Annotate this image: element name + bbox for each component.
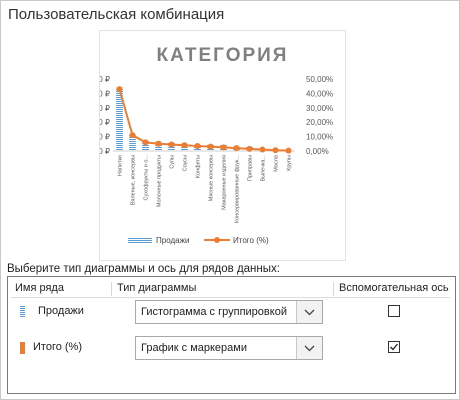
y2-tick-label: 20,00%: [306, 118, 333, 127]
category-label: Соусы: [183, 155, 189, 171]
column-header-series-name: Имя ряда: [15, 282, 64, 294]
dropdown-button-total[interactable]: [296, 337, 322, 359]
checkmark-icon: [390, 343, 399, 351]
category-label: Супы: [170, 155, 176, 169]
chevron-down-icon: [304, 345, 315, 351]
custom-combination-dialog: Пользовательская комбинация 25 000 ₽ 20 0…: [0, 0, 460, 400]
category-label: Приправы: [248, 155, 254, 181]
category-label: Напитки: [118, 155, 124, 176]
series-row-sales: Продажи Гистограмма с группировкой: [8, 299, 453, 325]
category-label: Мясные консервы: [209, 155, 215, 201]
category-label: Вяленые, консервы: [131, 155, 137, 205]
legend-label-sales: Продажи: [156, 236, 190, 245]
chart-type-dropdown-total[interactable]: График с маркерами: [135, 336, 323, 360]
marker-total: [285, 147, 292, 154]
chart-title: КАТЕГОРИЯ: [156, 45, 289, 66]
series-settings-panel: Имя ряда Тип диаграммы Вспомогательная о…: [7, 276, 456, 394]
marker-total: [129, 132, 136, 139]
y-tick-label: 25 000 ₽: [100, 75, 110, 84]
column-header-chart-type: Тип диаграммы: [117, 282, 197, 294]
instruction-text: Выберите тип диаграммы и ось для рядов д…: [7, 263, 280, 275]
series-name-sales: Продажи: [38, 305, 84, 317]
marker-total: [142, 139, 149, 146]
marker-total: [155, 140, 162, 147]
dropdown-button-sales[interactable]: [296, 301, 322, 323]
column-header-secondary-axis: Вспомогательная ось: [339, 282, 449, 294]
legend-label-total: Итого (%): [233, 236, 269, 245]
category-label: Консервированные фрук...: [235, 155, 241, 224]
category-label: Масла: [274, 154, 280, 172]
secondary-axis-checkbox-total[interactable]: [388, 341, 400, 353]
y2-tick-label: 50,00%: [306, 75, 333, 84]
chart-type-value-sales: Гистограмма с группировкой: [141, 306, 287, 318]
column-divider: [111, 282, 112, 296]
marker-total: [220, 144, 227, 151]
marker-total: [233, 145, 240, 152]
series-color-swatch-total: [20, 342, 25, 354]
y2-tick-label: 30,00%: [306, 104, 333, 113]
category-label: Выпечка...: [261, 155, 267, 182]
y-tick-label: 15 000 ₽: [100, 104, 110, 113]
series-name-total: Итого (%): [33, 341, 82, 353]
y-tick-label: 10 000 ₽: [100, 118, 110, 127]
marker-total: [181, 142, 188, 149]
y2-tick-label: 40,00%: [306, 89, 333, 98]
y-tick-label: 5 000 ₽: [100, 133, 110, 142]
column-divider: [333, 282, 334, 296]
legend-line-swatch: [204, 237, 230, 244]
secondary-axis-checkbox-sales[interactable]: [388, 305, 400, 317]
y-tick-label: 0 ₽: [100, 147, 110, 156]
category-label: Конфеты: [196, 155, 202, 178]
series-row-total: Итого (%) График с маркерами: [8, 335, 453, 361]
marker-total: [168, 141, 175, 148]
header-divider: [11, 297, 450, 298]
category-label: Сухофрукты и о...: [144, 155, 150, 201]
chart-type-value-total: График с маркерами: [141, 342, 247, 354]
series-color-swatch-sales: [20, 306, 25, 318]
marker-total: [246, 145, 253, 152]
marker-total: [116, 86, 123, 93]
legend-item-sales: Продажи: [128, 236, 189, 245]
category-label: Молочные продукты: [157, 155, 163, 207]
y-tick-label: 20 000 ₽: [100, 89, 110, 98]
y2-tick-label: 10,00%: [306, 133, 333, 142]
marker-total: [207, 143, 214, 150]
legend-item-total: Итого (%): [204, 236, 269, 245]
chevron-down-icon: [304, 309, 315, 315]
marker-total: [272, 147, 279, 154]
category-label: Макаронные изделия: [222, 155, 228, 210]
dialog-title: Пользовательская комбинация: [8, 6, 225, 23]
marker-total: [194, 142, 201, 149]
chart-type-dropdown-sales[interactable]: Гистограмма с группировкой: [135, 300, 323, 324]
chart-preview: 25 000 ₽ 20 000 ₽ 15 000 ₽ 10 000 ₽ 5 000 ₽ 0…: [99, 30, 346, 261]
legend-bar-swatch: [128, 237, 152, 244]
y2-tick-label: 0,00%: [306, 147, 329, 156]
category-label: Крупы: [287, 155, 293, 171]
marker-total: [259, 146, 266, 153]
chart-legend: Продажи Итого (%): [100, 236, 345, 250]
